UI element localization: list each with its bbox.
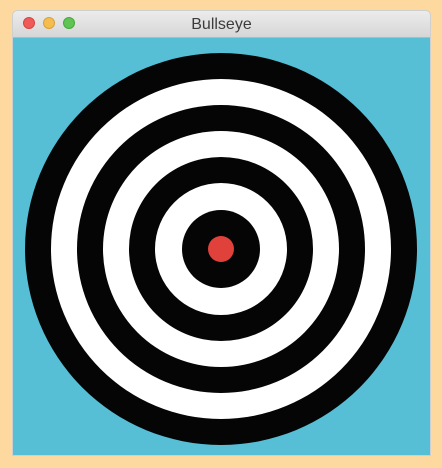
app-window: Bullseye [12,10,431,456]
title-bar[interactable]: Bullseye [13,11,430,38]
drawing-canvas [13,38,430,455]
window-title: Bullseye [191,16,252,33]
bullseye-target [25,53,417,445]
bullseye-center [208,236,234,262]
